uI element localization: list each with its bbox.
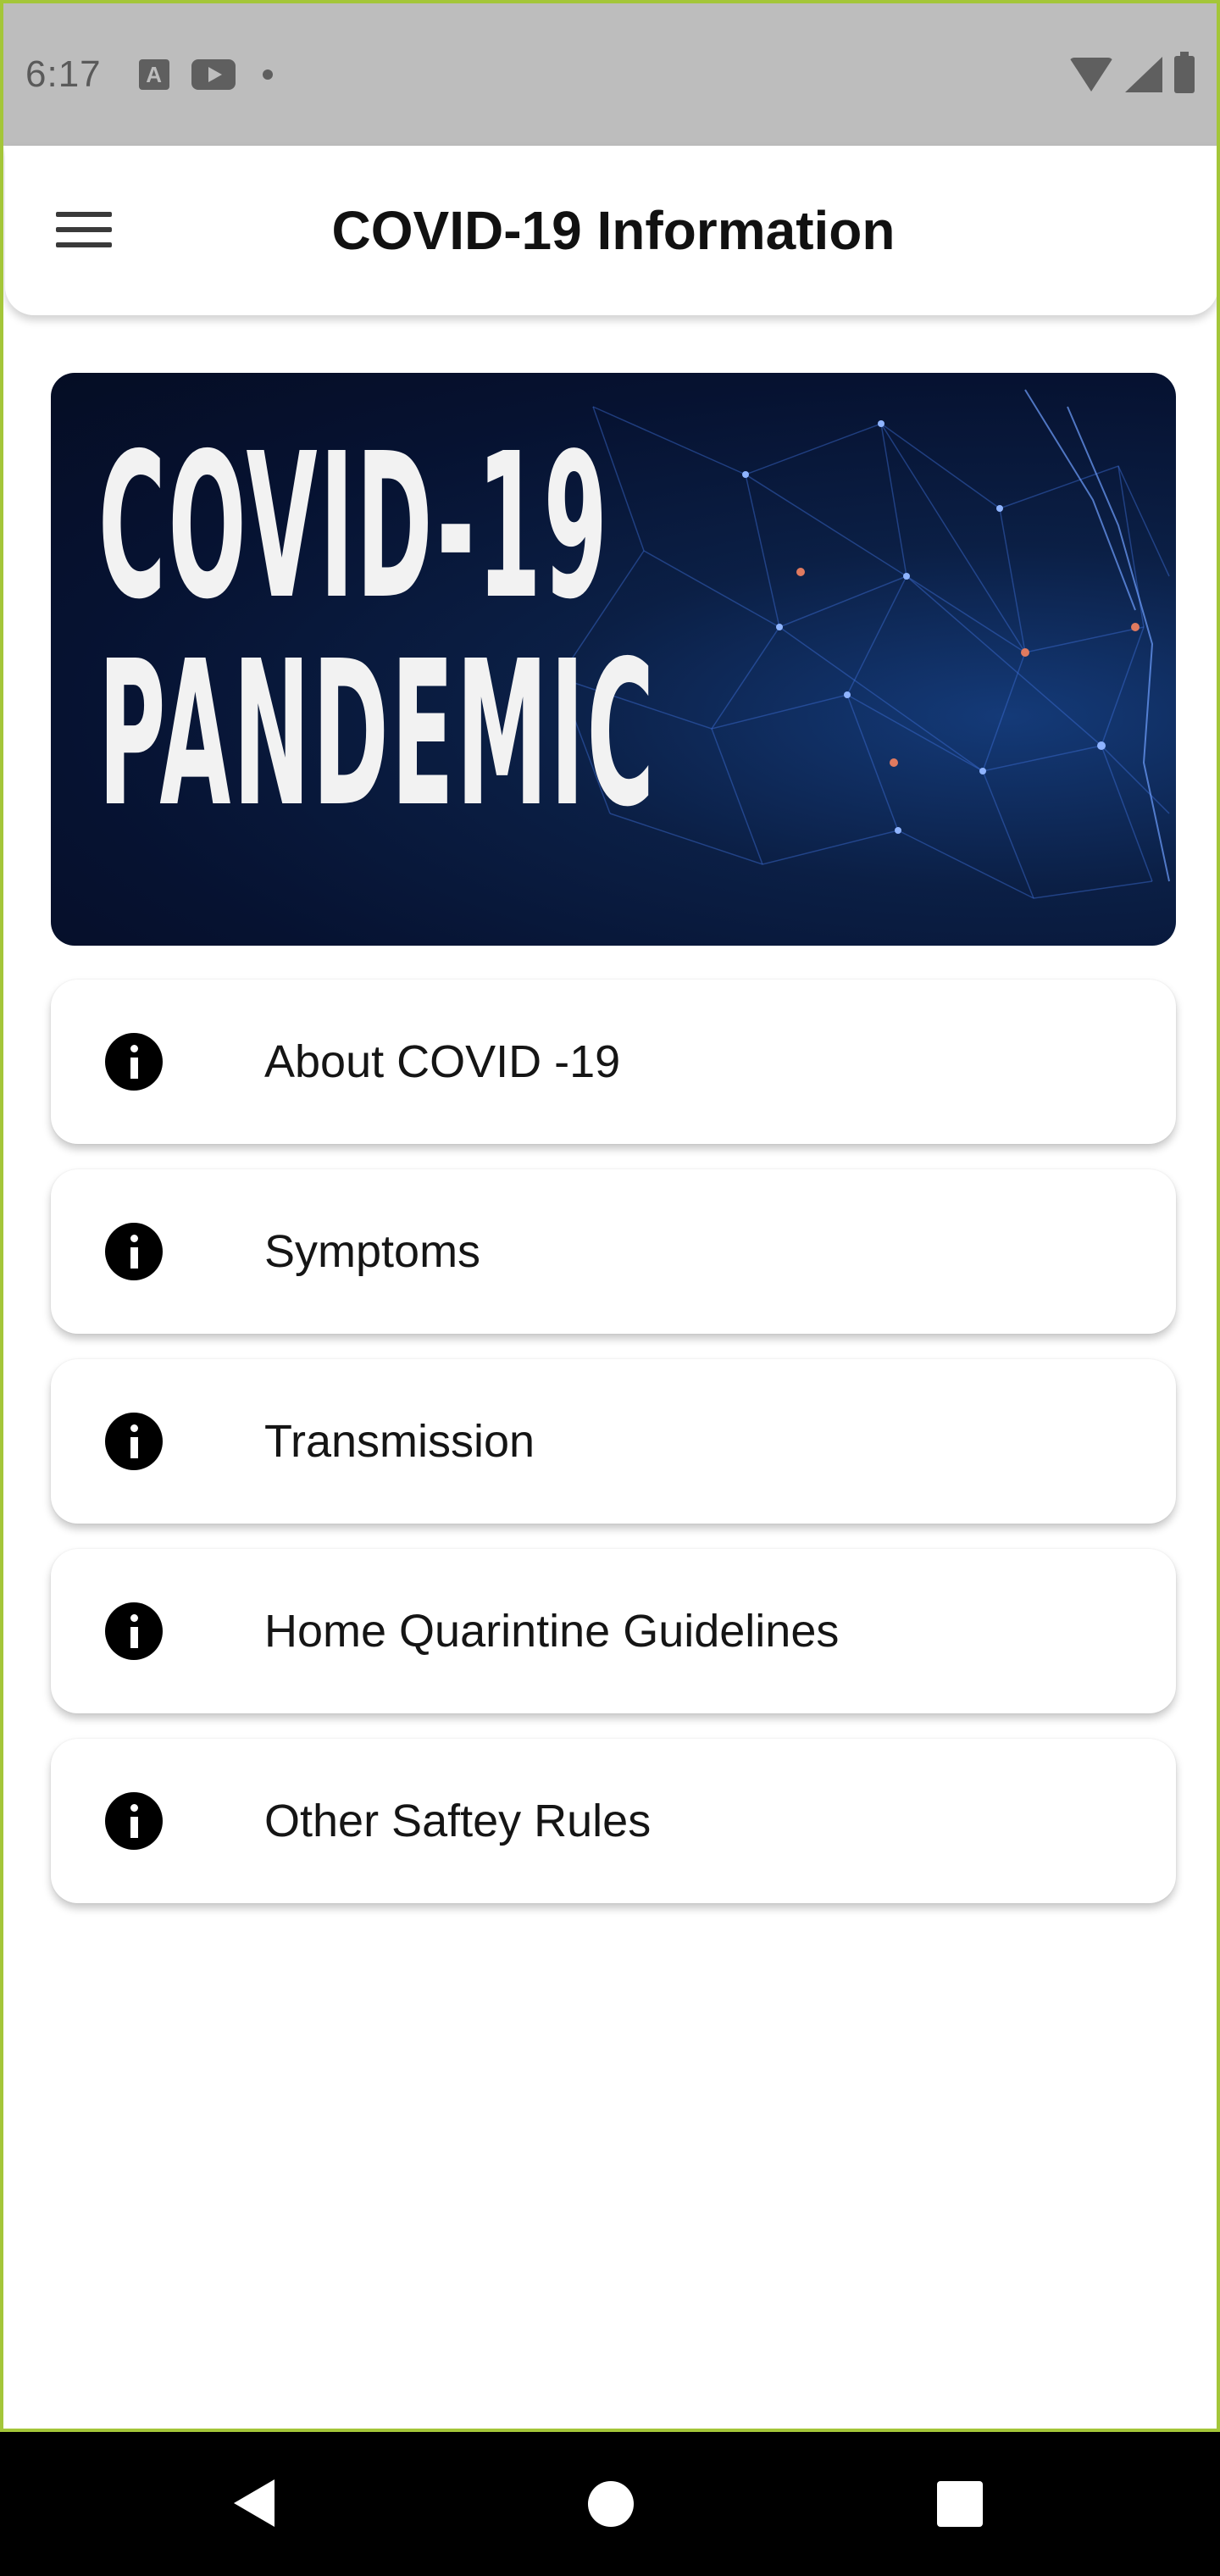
menu-item-label: Other Saftey Rules (264, 1796, 652, 1846)
menu-item-transmission[interactable]: Transmission (51, 1359, 1176, 1524)
status-bar: 6:17 A (3, 3, 1217, 146)
home-icon[interactable] (588, 2481, 634, 2527)
page-title: COVID-19 Information (331, 200, 896, 261)
status-system-icons (1069, 52, 1195, 93)
hero-title: COVID-19 PANDEMIC (98, 410, 1176, 852)
hero-title-line-2: PANDEMIC (98, 618, 657, 852)
app-frame: 6:17 A COVID-19 Information COVID-19 PAN… (0, 0, 1220, 2432)
info-icon (105, 1223, 163, 1280)
menu-item-about-covid[interactable]: About COVID -19 (51, 980, 1176, 1144)
back-icon[interactable] (234, 2479, 274, 2527)
info-icon (105, 1792, 163, 1850)
menu-item-label: Transmission (264, 1416, 535, 1467)
menu-item-symptoms[interactable]: Symptoms (51, 1169, 1176, 1334)
info-icon (105, 1413, 163, 1470)
battery-icon (1174, 52, 1195, 93)
menu-item-label: Home Quarintine Guidelines (264, 1606, 840, 1657)
hero-banner-image: COVID-19 PANDEMIC (51, 373, 1176, 946)
status-notification-icons: A (138, 59, 273, 90)
wifi-icon (1069, 58, 1113, 92)
app-bar: COVID-19 Information (5, 146, 1217, 315)
info-menu-list: About COVID -19 Symptoms Transmission Ho… (51, 980, 1176, 1929)
menu-item-label: Symptoms (264, 1226, 481, 1277)
youtube-icon (191, 59, 236, 90)
hero-title-line-1: COVID-19 (98, 410, 610, 643)
menu-item-safety-rules[interactable]: Other Saftey Rules (51, 1739, 1176, 1903)
status-time: 6:17 (25, 53, 102, 95)
dot-icon (262, 69, 273, 80)
signal-icon (1125, 57, 1162, 92)
text-a-icon: A (138, 59, 169, 90)
recents-icon[interactable] (937, 2481, 983, 2527)
menu-item-home-quarantine[interactable]: Home Quarintine Guidelines (51, 1549, 1176, 1713)
menu-item-label: About COVID -19 (264, 1036, 621, 1087)
info-icon (105, 1602, 163, 1660)
info-icon (105, 1033, 163, 1091)
system-navigation-bar (0, 2432, 1220, 2576)
